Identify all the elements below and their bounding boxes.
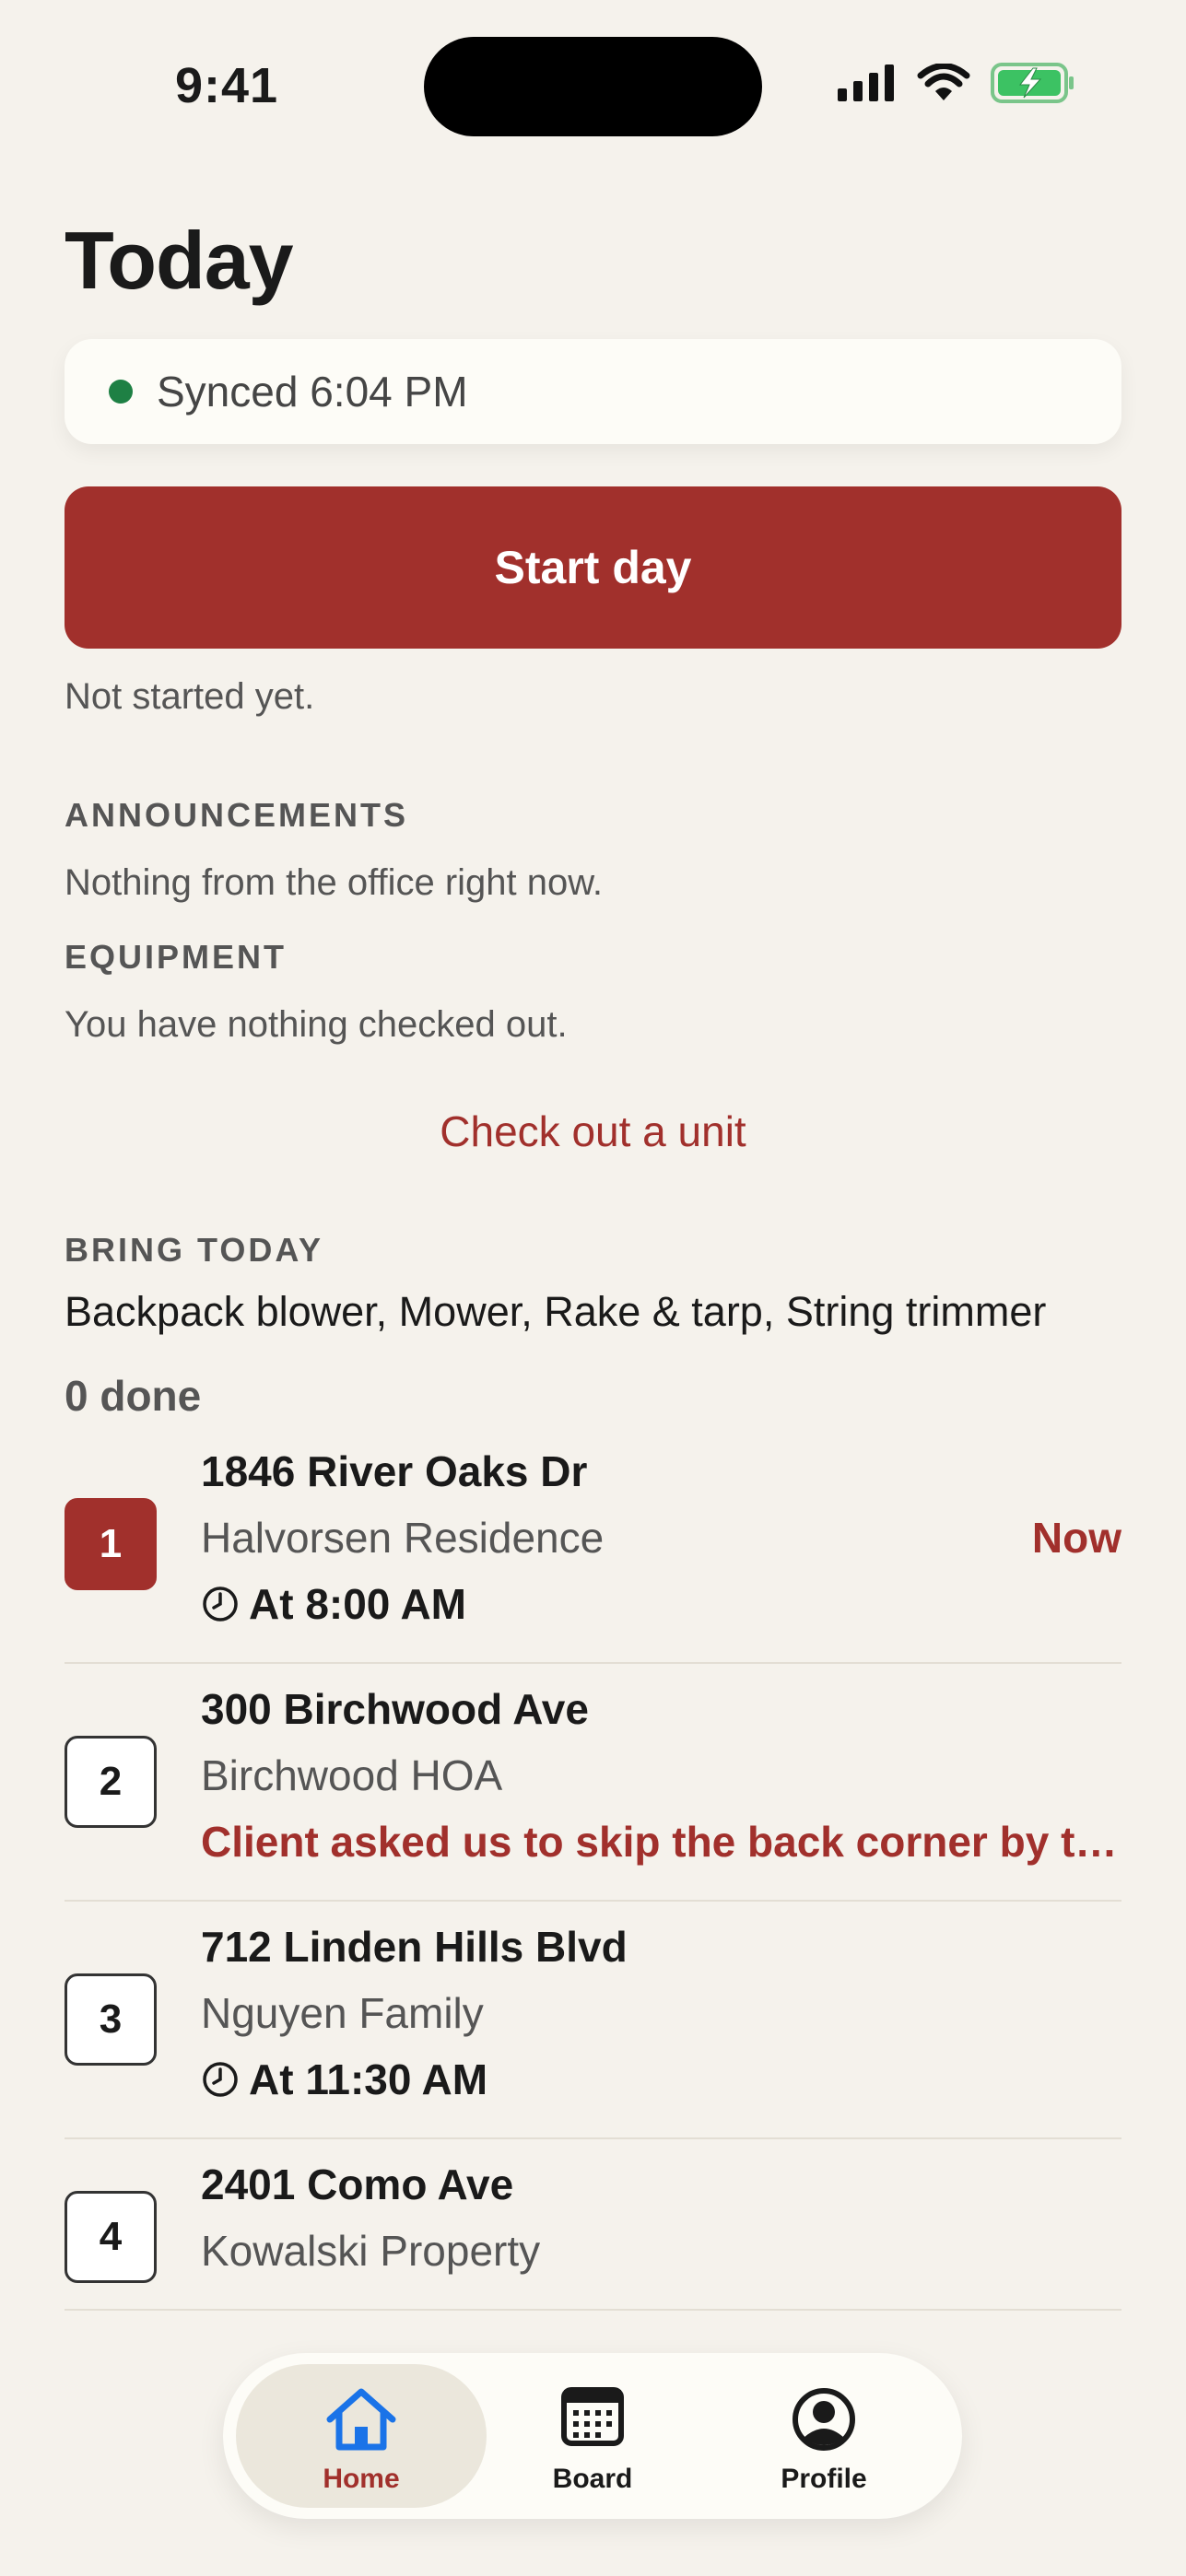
stop-row[interactable]: 4 2401 Como Ave Kowalski Property: [65, 2139, 1121, 2311]
stop-client: Halvorsen Residence: [201, 1514, 605, 1562]
clock-icon: [203, 2062, 238, 2097]
stop-client: Kowalski Property: [201, 2227, 541, 2275]
stop-time-row: At 11:30 AM: [201, 2055, 487, 2104]
tab-profile[interactable]: Profile: [699, 2364, 949, 2508]
tab-label: Profile: [781, 2464, 867, 2494]
equipment-text: You have nothing checked out.: [65, 1004, 568, 1045]
stop-time: At 11:30 AM: [249, 2055, 488, 2103]
cellular-signal-icon: [838, 64, 894, 101]
day-status-text: Not started yet.: [65, 676, 315, 717]
tab-label: Board: [552, 2464, 633, 2494]
stop-number: 4: [65, 2191, 157, 2283]
battery-charging-icon: [991, 63, 1074, 103]
bring-today-items: Backpack blower, Mower, Rake & tarp, Str…: [65, 1288, 1047, 1335]
equipment-heading: EQUIPMENT: [65, 938, 288, 976]
stop-time: At 8:00 AM: [249, 1580, 466, 1628]
home-icon: [326, 2388, 396, 2451]
sync-status-text: Synced 6:04 PM: [157, 368, 468, 416]
stop-address: 712 Linden Hills Blvd: [201, 1923, 628, 1971]
stop-number: 1: [65, 1498, 157, 1590]
status-bar: 9:41: [0, 0, 1186, 175]
dynamic-island: [424, 37, 762, 136]
announcements-heading: ANNOUNCEMENTS: [65, 796, 409, 834]
stop-note: Client asked us to skip the back corner …: [201, 1818, 1122, 1866]
status-icons: [838, 63, 1075, 103]
tab-home[interactable]: Home: [236, 2364, 487, 2508]
sync-status-dot: [109, 380, 133, 404]
tab-board[interactable]: Board: [467, 2364, 718, 2508]
stop-client: Birchwood HOA: [201, 1751, 503, 1799]
tab-label: Home: [323, 2464, 400, 2494]
stop-address: 2401 Como Ave: [201, 2160, 514, 2208]
clock-icon: [203, 1587, 238, 1622]
profile-icon: [793, 2388, 855, 2451]
start-day-button[interactable]: Start day: [65, 486, 1121, 649]
stop-row[interactable]: 3 712 Linden Hills Blvd Nguyen Family At…: [65, 1902, 1121, 2139]
stop-row[interactable]: 1 1846 River Oaks Dr Halvorsen Residence…: [65, 1426, 1121, 1664]
wifi-icon: [917, 64, 970, 100]
bring-today-heading: BRING TODAY: [65, 1231, 324, 1269]
stop-list: 1 1846 River Oaks Dr Halvorsen Residence…: [65, 1426, 1122, 2311]
sync-status-card: Synced 6:04 PM: [65, 339, 1121, 444]
stop-address: 300 Birchwood Ave: [201, 1685, 589, 1733]
check-out-unit-link[interactable]: Check out a unit: [65, 1106, 1121, 1157]
page-title: Today: [65, 215, 294, 306]
stop-now-badge: Now: [1031, 1514, 1121, 1562]
status-time: 9:41: [175, 58, 279, 113]
stop-number: 3: [65, 1973, 157, 2066]
announcements-text: Nothing from the office right now.: [65, 862, 604, 903]
stop-number: 2: [65, 1736, 157, 1828]
stop-time-row: At 8:00 AM: [201, 1579, 466, 1629]
stop-client: Nguyen Family: [201, 1989, 484, 2037]
done-count: 0 done: [65, 1372, 202, 1420]
stop-row[interactable]: 2 300 Birchwood Ave Birchwood HOA Client…: [65, 1664, 1122, 1902]
stop-address: 1846 River Oaks Dr: [201, 1447, 588, 1495]
tab-bar: Home Board Profile: [223, 2353, 962, 2519]
calendar-icon: [561, 2387, 624, 2446]
